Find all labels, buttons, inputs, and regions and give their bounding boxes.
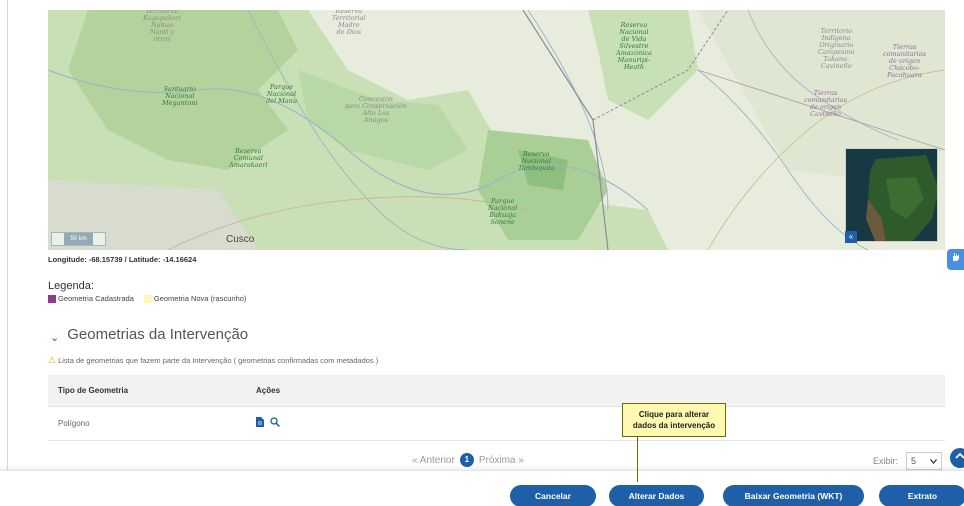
legend-item-nova: Geometria Nova (rascunho) [143, 294, 247, 303]
download-geometry-button[interactable]: Baixar Geometria (WKT) [723, 485, 864, 506]
map-label: Tierras comunitarias de origen Cavineño [804, 89, 848, 118]
chevron-up-icon [955, 452, 964, 459]
pagination-current[interactable]: 1 [459, 453, 474, 467]
table-header: Tipo de Geometria Ações [48, 375, 945, 407]
document-icon[interactable] [256, 417, 264, 430]
legend: Geometria Cadastrada Geometria Nova (ras… [48, 294, 256, 303]
left-border [7, 0, 8, 470]
scroll-to-top-button[interactable] [950, 448, 964, 468]
warning-icon: ⚠ [48, 355, 57, 365]
legend-title: Legenda: [48, 280, 94, 292]
legend-item-label: Geometria Nova (rascunho) [153, 294, 247, 303]
map-label: Reserva Territorial Madre de Dios [332, 10, 366, 36]
cursor-coordinates: Longitude: -68.15739 / Latitude: -14.166… [48, 255, 197, 264]
info-text: Lista de geometrias que fazem parte da I… [58, 356, 379, 365]
map-scale-bar: 50 km [51, 232, 106, 246]
tooltip-line: dados da intervenção [632, 421, 716, 430]
legend-swatch [48, 294, 56, 303]
cell-tipo: Polígono [58, 419, 90, 428]
minimap-image [846, 149, 937, 241]
map-label: Reserva Nacional de Vida Silvestre Amazó… [616, 21, 652, 71]
pagination: « Anterior 1 Próxima » [412, 453, 524, 467]
overview-minimap[interactable] [845, 148, 938, 242]
page-size-select[interactable]: 5 [906, 452, 942, 470]
map-label: Santuario Nacional Megantoni [162, 85, 198, 107]
minimap-toggle-button[interactable]: « [845, 231, 857, 243]
map-label: Reserva Nacional Tambopata [518, 150, 555, 172]
map-label: Territorial Kugapakori Nahua Nanti y otr… [143, 10, 182, 43]
map-viewer[interactable]: Territorial Kugapakori Nahua Nanti y otr… [48, 10, 945, 250]
extract-button[interactable]: Extrato [879, 485, 964, 506]
scale-label: 50 km [64, 233, 93, 245]
legend-swatch [143, 294, 152, 303]
cancel-button[interactable]: Cancelar [510, 485, 596, 506]
pagination-next[interactable]: Próxima » [479, 455, 524, 466]
map-label: Tierras comunitarias de origen Chácobo- … [883, 43, 927, 79]
map-label: Reserva Comunal Amarakaeri [229, 147, 268, 169]
legend-item-label: Geometria Cadastrada [58, 294, 134, 303]
tooltip-pointer [637, 437, 638, 482]
chevron-down-icon [930, 456, 937, 466]
alter-data-button[interactable]: Alterar Dados [609, 485, 704, 506]
cell-acoes [246, 417, 945, 430]
page-size-value: 5 [911, 456, 917, 466]
accessibility-widget-button[interactable] [947, 249, 964, 270]
map-label: Parque Nacional Bahuaja Sonene [488, 197, 518, 226]
map-label: Concesión para Conservación Alto Las Ami… [345, 95, 407, 124]
page-size-label: Exibir: [873, 456, 899, 466]
section-toggle-geometrias[interactable]: ⌄ Geometrias da Intervenção [50, 326, 249, 344]
geometries-table: Tipo de Geometria Ações Polígono [48, 375, 945, 441]
map-city-label: Cusco [226, 234, 255, 245]
tooltip: Clique para alterar dados da intervenção [622, 403, 726, 437]
column-header-tipo: Tipo de Geometria [58, 386, 129, 395]
pagination-prev[interactable]: « Anterior [412, 455, 455, 466]
table-row: Polígono [48, 407, 945, 441]
zoom-icon[interactable] [270, 417, 281, 430]
info-line: ⚠ Lista de geometrias que fazem parte da… [48, 355, 378, 366]
section-title: Geometrias da Intervenção [67, 326, 249, 343]
map-label: Parque Nacional del Manu [266, 83, 298, 105]
map-label: Territorio Indígena Originario Campesino… [818, 27, 855, 70]
chevron-down-icon: ⌄ [50, 332, 60, 344]
tooltip-line: Clique para alterar [638, 410, 710, 419]
hand-icon [952, 253, 959, 261]
column-header-acoes: Ações [256, 386, 281, 395]
legend-item-cadastrada: Geometria Cadastrada [48, 294, 134, 303]
